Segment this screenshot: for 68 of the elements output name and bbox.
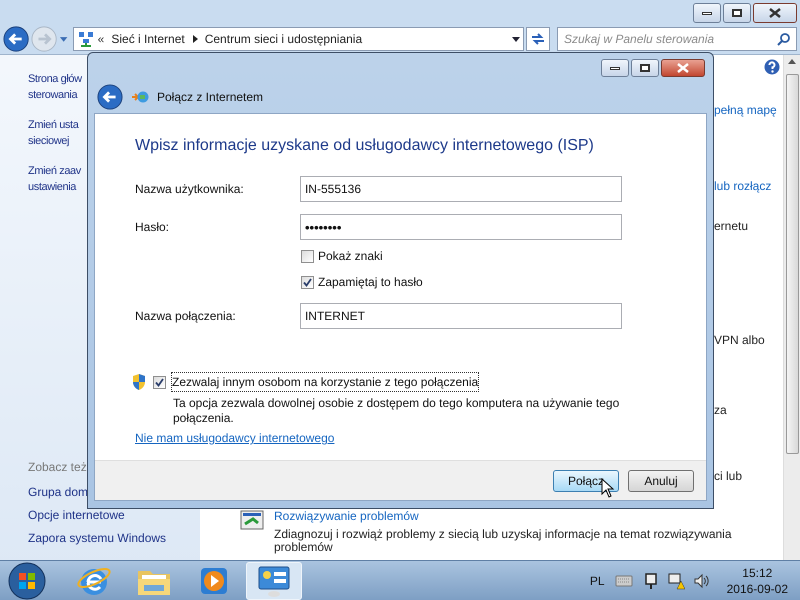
- clock-time[interactable]: 15:12: [742, 564, 772, 580]
- maximize-button[interactable]: [723, 3, 751, 23]
- troubleshoot-link[interactable]: Rozwiązywanie problemów: [274, 510, 794, 523]
- scroll-up-icon[interactable]: [788, 59, 796, 64]
- sidebar-link[interactable]: Strona głów sterowania: [28, 71, 82, 103]
- close-button[interactable]: [661, 59, 705, 77]
- sidebar-link[interactable]: Zmień zaav ustawienia: [28, 163, 81, 195]
- breadcrumb-item[interactable]: Sieć i Internet: [111, 30, 185, 48]
- shield-icon: [131, 373, 147, 391]
- search-field[interactable]: Szukaj w Panelu sterowania: [556, 27, 797, 51]
- partial-text: VPN albo: [714, 332, 765, 349]
- dialog-heading: Wpisz informacje uzyskane od usługodawcy internetowego (ISP): [135, 136, 595, 156]
- maximize-button[interactable]: [631, 59, 659, 77]
- minimize-button[interactable]: [601, 59, 629, 77]
- username-field[interactable]: IN-555136: [300, 176, 622, 202]
- partial-text: ci lub: [714, 468, 742, 485]
- checkbox-label[interactable]: Zezwalaj innym osobom na korzystanie z tego połączenia: [172, 373, 478, 391]
- control-panel-icon: [256, 564, 292, 598]
- option-description: Ta opcja zezwala dowolnej osobie z dostępem do tego komputera na używanie tego połączenia.: [173, 396, 620, 426]
- cancel-button[interactable]: Anuluj: [628, 470, 694, 492]
- sidebar-link[interactable]: Zapora systemu Windows: [28, 531, 166, 546]
- field-label: Nazwa użytkownika:: [135, 181, 245, 198]
- see-also-heading: Zobacz też: [28, 459, 88, 476]
- troubleshoot-icon: [240, 510, 264, 532]
- field-label: Hasło:: [135, 219, 170, 236]
- language-indicator[interactable]: PL: [590, 572, 605, 590]
- sidebar-link[interactable]: Opcje internetowe: [28, 508, 125, 523]
- checkbox-label[interactable]: Pokaż znaki: [318, 247, 383, 265]
- overflow-mark[interactable]: «: [98, 30, 104, 48]
- network-warning-icon[interactable]: [666, 572, 685, 590]
- checkbox[interactable]: [301, 250, 314, 262]
- partial-link[interactable]: lub rozłącz: [714, 177, 772, 195]
- start-orb-icon[interactable]: [8, 562, 46, 600]
- troubleshoot-description-cut: problemów: [274, 541, 333, 554]
- refresh-icon: [530, 32, 546, 46]
- partial-link[interactable]: pełną mapę: [714, 101, 777, 119]
- plug-icon[interactable]: [642, 572, 659, 590]
- refresh-button[interactable]: [526, 27, 550, 51]
- close-icon: [677, 63, 689, 73]
- partial-text: ernetu: [714, 218, 748, 235]
- clock-date[interactable]: 2016-09-02: [726, 580, 788, 596]
- network-icon: [78, 31, 94, 47]
- globe-connect-icon: [131, 89, 149, 105]
- troubleshoot-description: Zdiagnozuj i rozwiąż problemy z siecią lub uzyskaj informacje na temat rozwiązywania: [274, 528, 732, 541]
- help-icon[interactable]: [764, 59, 780, 75]
- scrollbar[interactable]: [783, 55, 800, 560]
- chevron-right-icon[interactable]: [192, 35, 198, 43]
- minimize-button[interactable]: [693, 3, 721, 23]
- checkbox[interactable]: [301, 276, 314, 288]
- keyboard-icon[interactable]: [614, 574, 633, 586]
- address-bar[interactable]: « Sieć i Internet Centrum sieci i udostępniania: [72, 27, 524, 51]
- partial-text: za: [714, 402, 727, 419]
- close-button[interactable]: [753, 3, 797, 23]
- no-isp-link[interactable]: Nie mam usługodawcy internetowego: [135, 429, 622, 447]
- search-icon[interactable]: [776, 33, 790, 46]
- sidebar-link[interactable]: Zmień usta sieciowej: [28, 117, 78, 149]
- checkbox-label[interactable]: Zapamiętaj to hasło: [318, 273, 423, 291]
- sidebar-link[interactable]: Grupa dom: [28, 485, 88, 500]
- checkbox[interactable]: [153, 376, 166, 388]
- taskbar-button[interactable]: [246, 562, 302, 600]
- speaker-icon[interactable]: [692, 572, 709, 588]
- connection-name-field[interactable]: INTERNET: [300, 303, 622, 329]
- field-label: Nazwa połączenia:: [135, 308, 237, 325]
- password-field[interactable]: ••••••••: [300, 214, 622, 240]
- dialog-title: Połącz z Internetem: [157, 89, 264, 106]
- close-icon: [769, 8, 781, 18]
- dropdown-arrow-icon[interactable]: [510, 35, 521, 43]
- breadcrumb-item[interactable]: Centrum sieci i udostępniania: [204, 30, 362, 48]
